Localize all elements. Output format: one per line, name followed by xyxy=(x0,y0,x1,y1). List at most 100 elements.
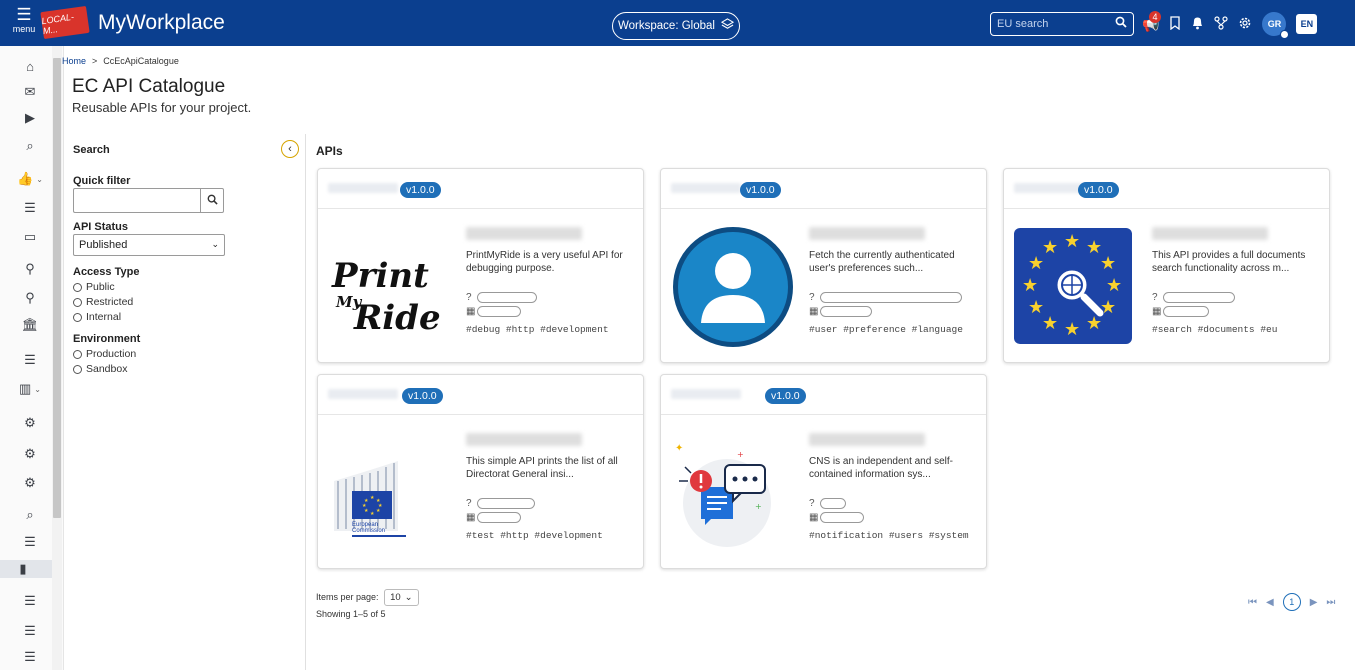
svg-text:★: ★ xyxy=(1106,275,1122,296)
api-name-blurred xyxy=(809,433,925,446)
svg-text:✦: ✦ xyxy=(675,443,683,454)
bank-icon: 🏛 xyxy=(21,317,39,332)
quick-filter-label: Quick filter xyxy=(73,175,131,187)
rail-item-list[interactable]: ☰ xyxy=(20,648,40,666)
items-per-page-select[interactable]: 10 ⌄ xyxy=(384,589,419,606)
api-tags: #debug #http #development xyxy=(466,324,609,335)
rail-item-cogs[interactable]: ⚙ xyxy=(20,445,40,463)
rail-item-play[interactable]: ▶ xyxy=(20,109,40,127)
rail-item-list[interactable]: ☰ xyxy=(20,351,40,369)
rail-item-cogs[interactable]: ⚙ xyxy=(20,474,40,492)
avatar-status-dot xyxy=(1280,30,1290,39)
radio-icon[interactable] xyxy=(73,297,82,307)
version-badge: v1.0.0 xyxy=(765,388,806,404)
top-icons: 📢 4 GR EN xyxy=(1142,10,1318,39)
radio-icon[interactable] xyxy=(73,312,82,322)
rail-item-map-pin[interactable]: ⚲ xyxy=(20,289,40,307)
radio-icon[interactable] xyxy=(73,364,82,374)
eu-search-input[interactable] xyxy=(997,16,1107,32)
top-bar: ☰ menu LOCAL-M... MyWorkplace Workspace:… xyxy=(0,0,1355,46)
category-row: ▦ xyxy=(466,511,634,524)
rail-item-list[interactable]: ☰ xyxy=(20,622,40,640)
api-description: CNS is an independent and self-contained… xyxy=(809,456,953,480)
chevron-down-icon: ⌄ xyxy=(36,174,43,184)
env-sandbox-radio[interactable]: Sandbox xyxy=(73,363,127,375)
grid-icon: ▦ xyxy=(466,306,476,317)
rail-item-bank[interactable]: 🏛 xyxy=(20,316,40,334)
rail-scrollbar[interactable] xyxy=(52,46,62,670)
list-icon: ☰ xyxy=(24,352,36,367)
radio-icon[interactable] xyxy=(73,282,82,292)
breadcrumb: Home > CcEcApiCatalogue xyxy=(62,56,179,66)
rail-item-home[interactable]: ⌂ xyxy=(20,57,40,75)
rail-item-chart[interactable]: ▥ ⌄ xyxy=(19,380,41,398)
api-tags: #test #http #development xyxy=(466,530,603,541)
rail-item-document[interactable]: ▮ xyxy=(0,560,52,578)
question-icon: ? xyxy=(809,292,815,303)
chevron-down-icon: ⌄ xyxy=(211,239,219,249)
env-production-radio[interactable]: Production xyxy=(73,348,136,360)
next-page-icon[interactable]: ▶ xyxy=(1310,597,1318,608)
bell-icon[interactable] xyxy=(1191,16,1204,33)
api-status-select[interactable]: Published ⌄ xyxy=(73,234,225,256)
version-badge: v1.0.0 xyxy=(740,182,781,198)
announcements-button[interactable]: 📢 4 xyxy=(1142,10,1161,33)
rail-item-list[interactable]: ☰ xyxy=(20,199,40,217)
api-card[interactable]: v1.0.0 ★ ★ ★ ★ ★ ★ ★ ★ European Commission Thi… xyxy=(317,374,644,569)
eu-search[interactable] xyxy=(990,12,1134,36)
rail-item-search[interactable]: ⌕ xyxy=(20,506,40,524)
api-name-blurred xyxy=(1152,227,1268,240)
api-card[interactable]: v1.0.0 Print My Ride PrintMyRide is a ve… xyxy=(317,168,644,363)
workspace-selector[interactable]: Workspace: Global xyxy=(612,12,740,40)
access-type-label: Access Type xyxy=(73,266,140,278)
rail-item-mail[interactable]: ✉ xyxy=(20,83,40,101)
access-public-radio[interactable]: Public xyxy=(73,281,115,293)
svg-text:★: ★ xyxy=(1028,297,1044,318)
rail-item-list[interactable]: ☰ xyxy=(20,592,40,610)
api-card[interactable]: v1.0.0 Fetch the currently authenticated… xyxy=(660,168,987,363)
access-internal-radio[interactable]: Internal xyxy=(73,311,121,323)
breadcrumb-home[interactable]: Home xyxy=(62,56,86,66)
rail-scrollbar-thumb[interactable] xyxy=(53,58,61,518)
search-icon[interactable] xyxy=(1115,16,1127,31)
current-page-button[interactable]: 1 xyxy=(1282,593,1301,611)
card-body: CNS is an independent and self-contained… xyxy=(809,433,977,541)
radio-icon[interactable] xyxy=(73,349,82,359)
ec-logo-line2: Commission xyxy=(352,528,385,534)
workflow-icon[interactable] xyxy=(1214,15,1229,33)
gear-icon[interactable] xyxy=(1238,16,1252,33)
collapse-filter-button[interactable]: ‹ xyxy=(281,140,299,158)
bookmark-icon[interactable] xyxy=(1169,15,1181,33)
app-title[interactable]: MyWorkplace xyxy=(98,11,225,35)
prev-page-icon[interactable]: ◀ xyxy=(1266,597,1274,608)
version-badge: v1.0.0 xyxy=(400,182,441,198)
svg-text:★: ★ xyxy=(364,498,369,504)
quick-filter-search-button[interactable] xyxy=(200,188,224,213)
category-row: ▦ xyxy=(809,511,977,524)
notifications-illustration: ✦ + + xyxy=(671,431,795,555)
api-name-blurred xyxy=(466,433,582,446)
quick-filter-input[interactable] xyxy=(73,188,200,213)
owner-row: ? xyxy=(1152,291,1320,304)
apis-heading: APIs xyxy=(316,144,343,158)
card-header: v1.0.0 xyxy=(318,375,643,415)
rail-item-folder[interactable]: ▭ xyxy=(20,228,40,246)
api-card[interactable]: v1.0.0 ✦ + + CNS is an independent and s… xyxy=(660,374,987,569)
owner-row: ? xyxy=(466,497,634,510)
api-card[interactable]: v1.0.0 ★ ★ ★ ★ ★ ★ ★ ★ ★ ★ ★ ★ This API provides … xyxy=(1003,168,1330,363)
rail-item-search[interactable]: ⌕ xyxy=(20,137,40,155)
rail-item-cogs[interactable]: ⚙ xyxy=(20,414,40,432)
menu-button[interactable]: ☰ menu xyxy=(6,6,42,40)
pager: ⏮ ◀ 1 ▶ ⏭ xyxy=(1248,593,1335,611)
avatar[interactable]: GR xyxy=(1262,12,1290,39)
last-page-icon[interactable]: ⏭ xyxy=(1326,597,1335,608)
thumbs-up-icon: 👍 xyxy=(17,171,34,186)
rail-item-sitemap[interactable]: ⚲ xyxy=(20,260,40,278)
menu-label: menu xyxy=(12,24,36,34)
rail-item-thumbs-up[interactable]: 👍 ⌄ xyxy=(17,170,43,188)
access-restricted-radio[interactable]: Restricted xyxy=(73,296,133,308)
rail-item-list[interactable]: ☰ xyxy=(20,533,40,551)
language-button[interactable]: EN xyxy=(1296,14,1318,34)
svg-text:★: ★ xyxy=(1100,253,1116,274)
first-page-icon[interactable]: ⏮ xyxy=(1248,597,1257,608)
